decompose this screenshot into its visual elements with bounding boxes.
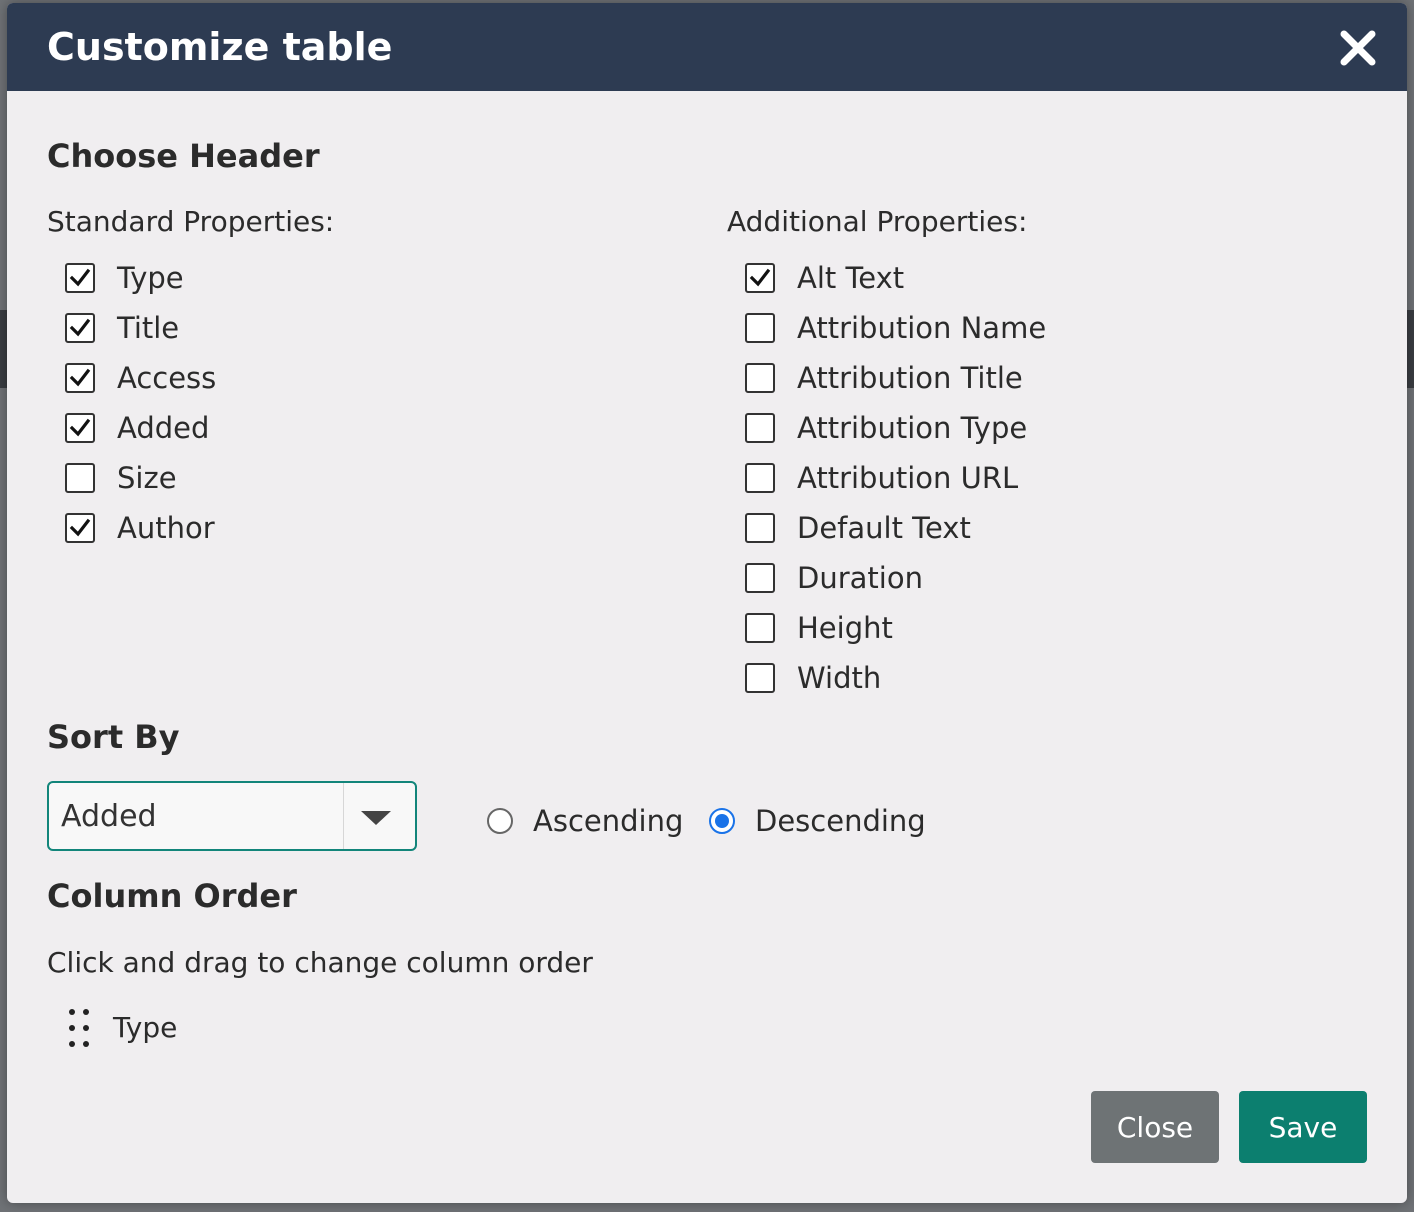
checkbox-box[interactable] [745, 413, 775, 443]
checkbox-attribution-title[interactable]: Attribution Title [745, 353, 1046, 403]
checkbox-default-text[interactable]: Default Text [745, 503, 1046, 553]
checkbox-label: Attribution Type [797, 411, 1028, 445]
checkbox-box[interactable] [65, 463, 95, 493]
checkbox-alt-text[interactable]: Alt Text [745, 253, 1046, 303]
checkbox-box[interactable] [745, 663, 775, 693]
sort-by-selected-value: Added [61, 799, 157, 834]
standard-properties-list: Type Title Access Added Size Author [65, 253, 216, 553]
choose-header-heading: Choose Header [47, 137, 320, 175]
checkbox-access[interactable]: Access [65, 353, 216, 403]
additional-properties-label: Additional Properties: [727, 205, 1028, 238]
radio-ascending-circle[interactable] [487, 808, 513, 834]
additional-properties-list: Alt Text Attribution Name Attribution Ti… [745, 253, 1046, 703]
checkbox-attribution-url[interactable]: Attribution URL [745, 453, 1046, 503]
checkbox-label: Attribution Name [797, 311, 1047, 345]
dialog-title: Customize table [47, 25, 393, 69]
checkbox-box[interactable] [745, 563, 775, 593]
checkbox-author[interactable]: Author [65, 503, 216, 553]
radio-ascending[interactable]: Ascending [487, 803, 683, 839]
sort-by-select[interactable]: Added [47, 781, 417, 851]
checkbox-attribution-name[interactable]: Attribution Name [745, 303, 1046, 353]
checkbox-label: Added [117, 411, 210, 445]
checkbox-label: Width [797, 661, 882, 695]
checkbox-label: Default Text [797, 511, 971, 545]
select-divider [343, 783, 344, 849]
checkbox-box[interactable] [65, 263, 95, 293]
standard-properties-label: Standard Properties: [47, 205, 335, 238]
checkbox-box[interactable] [745, 313, 775, 343]
checkbox-label: Attribution URL [797, 461, 1019, 495]
checkbox-added[interactable]: Added [65, 403, 216, 453]
checkbox-label: Size [117, 461, 177, 495]
checkbox-title[interactable]: Title [65, 303, 216, 353]
customize-table-dialog: Customize table Choose Header Standard P… [7, 3, 1407, 1203]
checkbox-label: Title [117, 311, 180, 345]
close-icon[interactable] [1339, 29, 1377, 67]
column-order-item-label: Type [113, 1011, 178, 1044]
checkbox-label: Access [117, 361, 217, 395]
checkbox-duration[interactable]: Duration [745, 553, 1046, 603]
checkbox-label: Height [797, 611, 893, 645]
checkbox-label: Duration [797, 561, 923, 595]
sort-by-heading: Sort By [47, 718, 180, 756]
checkbox-box[interactable] [745, 513, 775, 543]
checkbox-height[interactable]: Height [745, 603, 1046, 653]
checkbox-attribution-type[interactable]: Attribution Type [745, 403, 1046, 453]
radio-descending[interactable]: Descending [709, 803, 926, 839]
save-button[interactable]: Save [1239, 1091, 1367, 1163]
checkbox-box[interactable] [745, 463, 775, 493]
checkbox-box[interactable] [65, 413, 95, 443]
checkbox-label: Type [117, 261, 184, 295]
chevron-down-icon[interactable] [361, 811, 391, 825]
column-order-help: Click and drag to change column order [47, 946, 593, 979]
checkbox-label: Attribution Title [797, 361, 1023, 395]
checkbox-type[interactable]: Type [65, 253, 216, 303]
checkbox-size[interactable]: Size [65, 453, 216, 503]
checkbox-label: Author [117, 511, 215, 545]
checkbox-box[interactable] [745, 613, 775, 643]
radio-descending-circle[interactable] [709, 808, 735, 834]
column-order-item[interactable]: Type [67, 1007, 177, 1049]
checkbox-label: Alt Text [797, 261, 905, 295]
checkbox-width[interactable]: Width [745, 653, 1046, 703]
checkbox-box[interactable] [65, 313, 95, 343]
column-order-heading: Column Order [47, 877, 297, 915]
close-button[interactable]: Close [1091, 1091, 1219, 1163]
drag-handle-icon[interactable] [67, 1007, 91, 1049]
checkbox-box[interactable] [65, 363, 95, 393]
dialog-header: Customize table [7, 3, 1407, 91]
radio-descending-label: Descending [755, 804, 926, 838]
checkbox-box[interactable] [745, 363, 775, 393]
checkbox-box[interactable] [745, 263, 775, 293]
checkbox-box[interactable] [65, 513, 95, 543]
radio-ascending-label: Ascending [533, 804, 684, 838]
